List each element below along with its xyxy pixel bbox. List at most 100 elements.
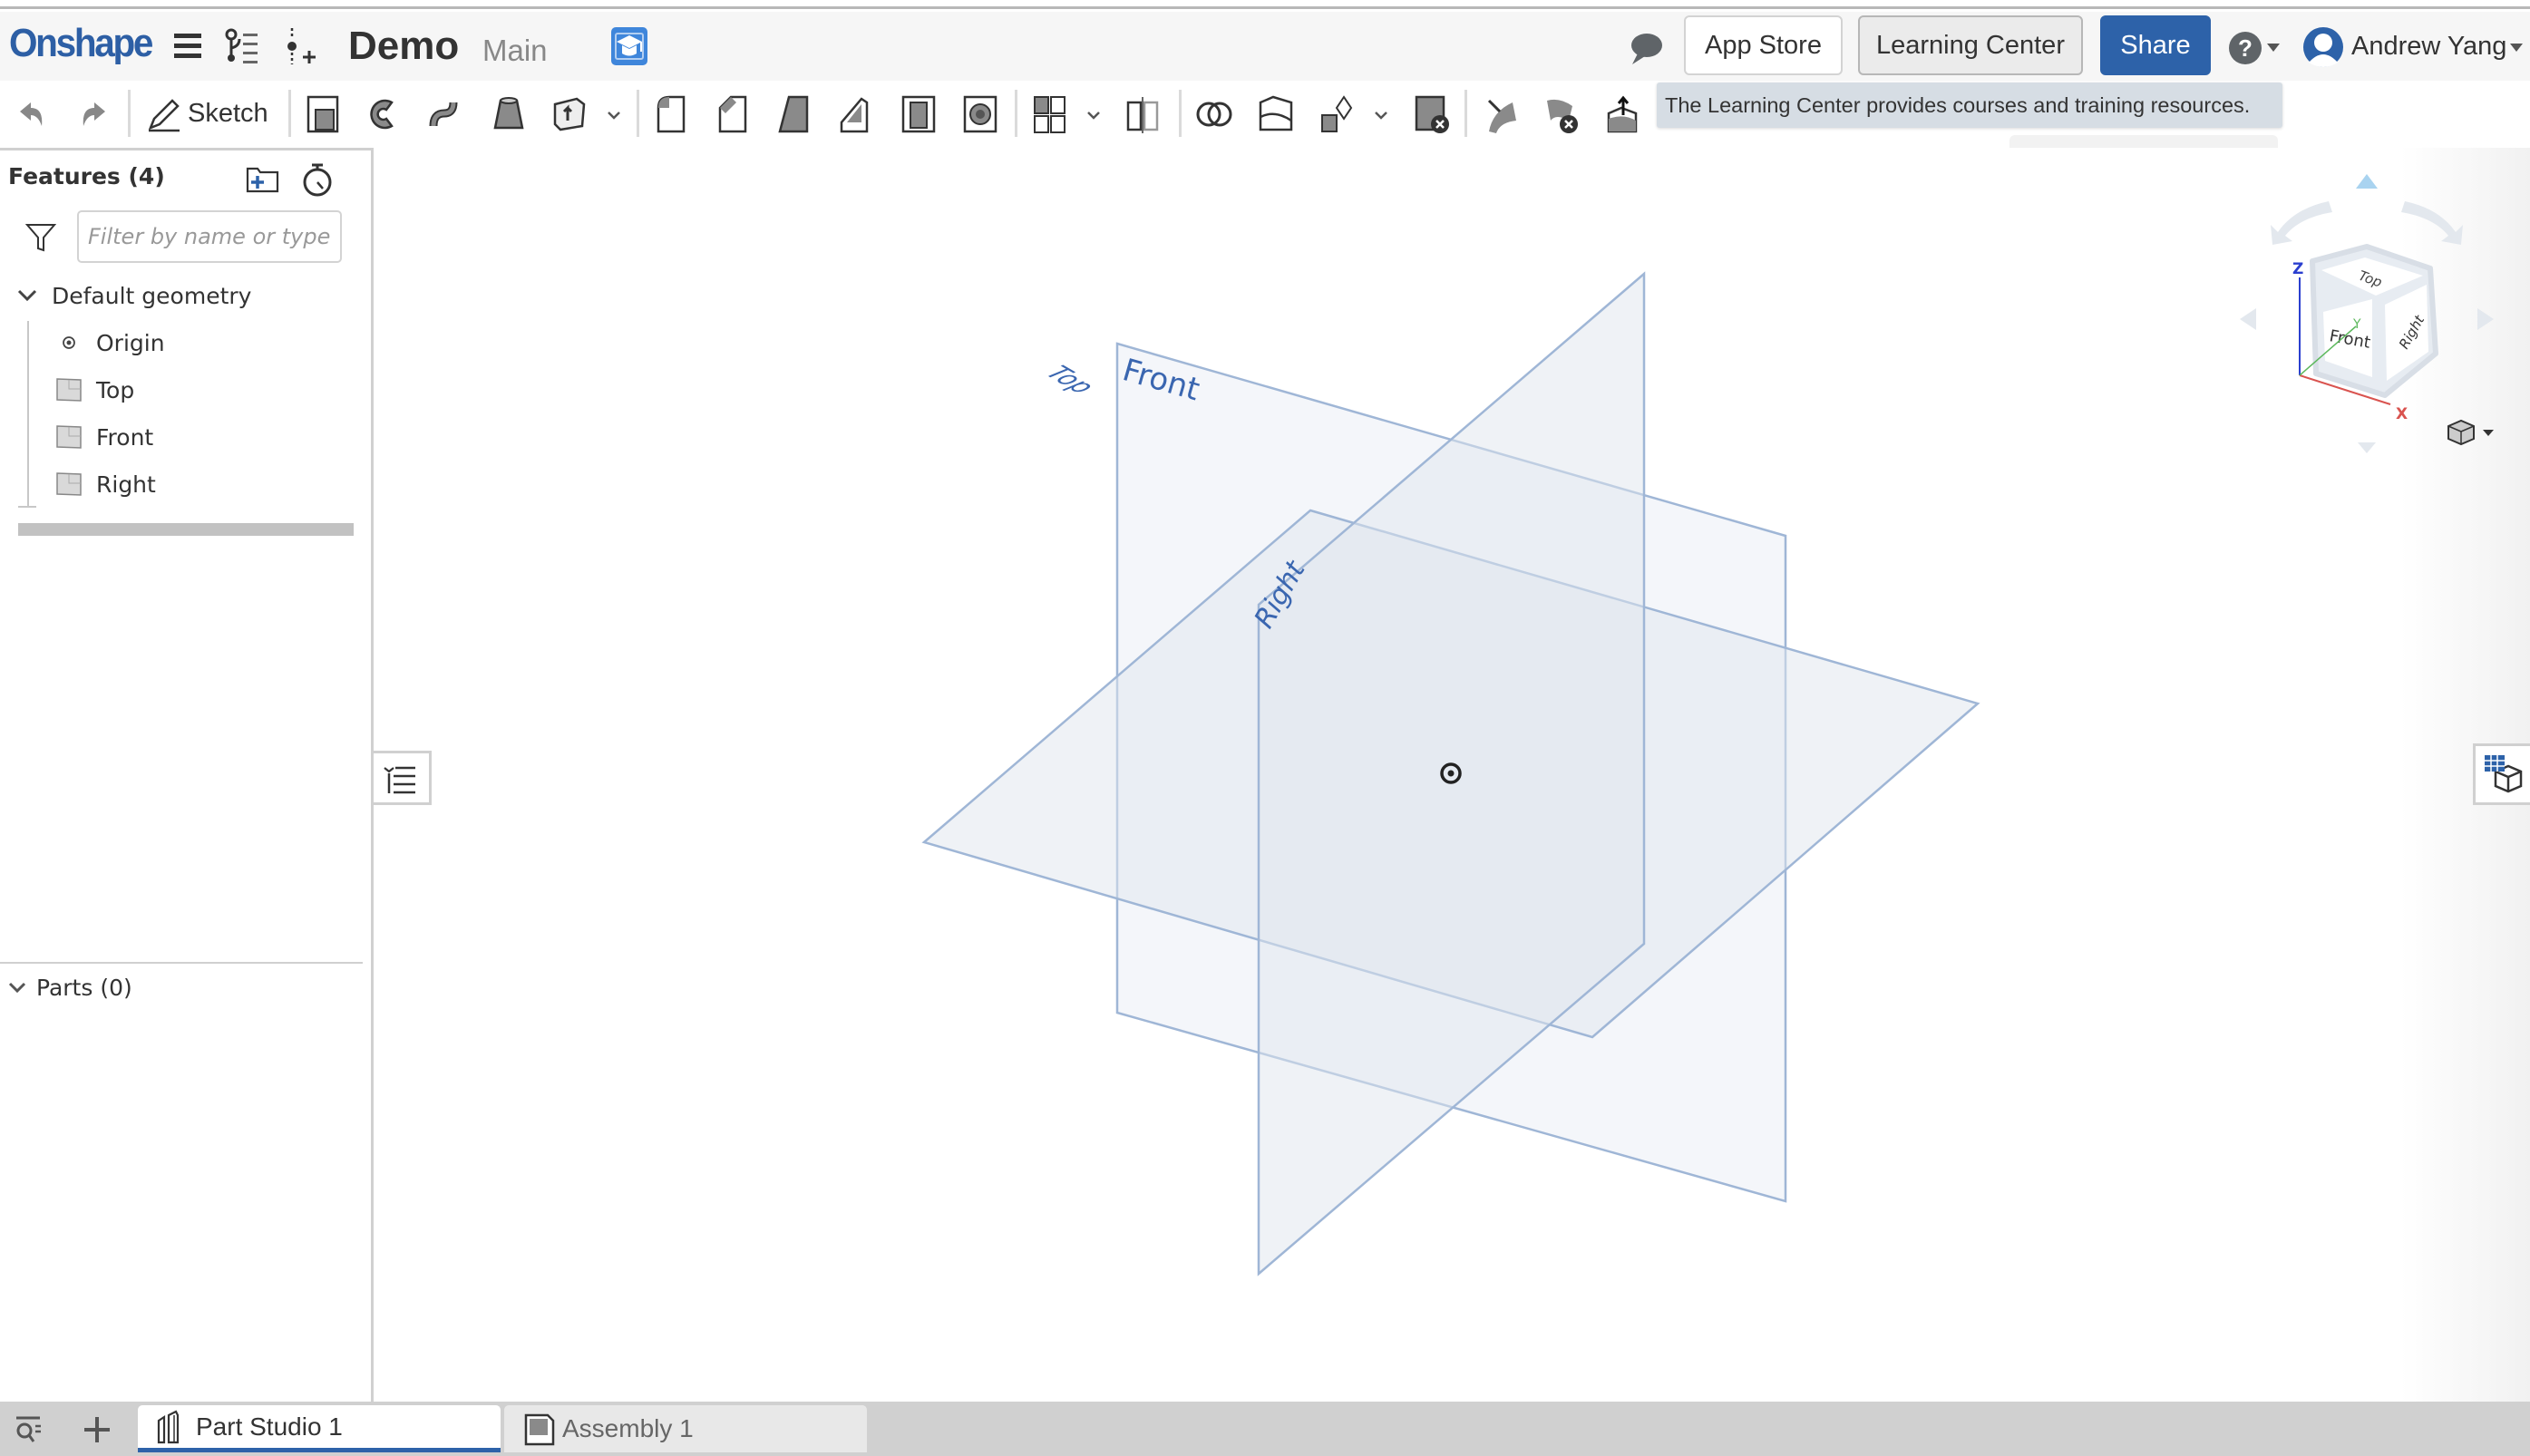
rollback-bar[interactable] [18, 523, 354, 536]
extrude-icon[interactable] [303, 93, 345, 135]
user-avatar-icon[interactable] [2302, 26, 2344, 68]
toolbar-separator [1464, 90, 1467, 137]
rotate-ccw-arrow-icon[interactable] [2271, 201, 2332, 245]
assembly-icon [524, 1413, 555, 1446]
chevron-down-icon[interactable] [7, 977, 27, 997]
rotate-left-arrow-icon[interactable] [2240, 308, 2256, 330]
shell-icon[interactable] [898, 93, 939, 135]
svg-text:?: ? [2238, 34, 2253, 62]
rotate-right-arrow-icon[interactable] [2477, 308, 2494, 330]
right-panel-toggle[interactable] [2473, 743, 2530, 805]
rotate-cw-arrow-icon[interactable] [2401, 201, 2463, 245]
feature-item-origin[interactable]: Origin [56, 325, 165, 361]
default-geometry-group[interactable]: Default geometry [16, 277, 251, 314]
parts-label: Parts (0) [36, 974, 132, 1001]
delete-part-icon[interactable] [1411, 93, 1453, 135]
default-planes[interactable]: Front Top Right [376, 148, 2530, 1402]
mirror-icon[interactable] [1123, 93, 1164, 135]
add-tab-icon[interactable] [80, 1412, 114, 1447]
view-mode-caret-icon[interactable] [2483, 430, 2494, 436]
help-icon[interactable]: ? [2227, 30, 2263, 66]
plane-icon [56, 472, 82, 496]
feature-list-panel: Features (4) Default geometry Origin Top… [0, 148, 374, 1402]
linear-pattern-icon[interactable] [1029, 93, 1071, 135]
share-button[interactable]: Share [2100, 15, 2211, 75]
plane-icon [56, 378, 82, 402]
learning-center-button[interactable]: Learning Center [1858, 15, 2083, 75]
boolean-icon[interactable] [1193, 93, 1235, 135]
window-top-edge [0, 0, 2530, 9]
default-geometry-label: Default geometry [52, 282, 252, 309]
revolve-icon[interactable] [365, 93, 406, 135]
view-cube[interactable]: Top Front Right Z X Y [2222, 163, 2512, 453]
app-header: Onshape Demo Main App Store Learning Cen… [0, 12, 2530, 81]
delete-face-icon[interactable] [1542, 93, 1583, 135]
graduation-cap-icon [615, 33, 644, 60]
redo-icon[interactable] [73, 93, 114, 135]
comment-icon[interactable] [1627, 30, 1665, 66]
chevron-down-icon[interactable] [1374, 108, 1388, 122]
document-title[interactable]: Demo [348, 24, 459, 69]
collapse-feature-panel-button[interactable] [374, 751, 432, 805]
feature-item-right[interactable]: Right [56, 466, 156, 502]
draft-icon[interactable] [774, 93, 816, 135]
offset-surface-icon[interactable] [1603, 93, 1645, 135]
add-folder-icon[interactable] [245, 161, 281, 198]
plane-icon [56, 425, 82, 449]
feature-item-top[interactable]: Top [56, 372, 134, 408]
hole-icon[interactable] [959, 93, 1001, 135]
top-plane-label: Top [1039, 362, 1103, 398]
chevron-down-icon[interactable] [607, 108, 621, 122]
feature-item-front[interactable]: Front [56, 419, 153, 455]
version-graph-icon[interactable] [223, 26, 263, 66]
transform-icon[interactable] [1317, 93, 1358, 135]
split-icon[interactable] [1255, 93, 1297, 135]
tab-assembly-1[interactable]: Assembly 1 [504, 1405, 867, 1452]
loft-icon[interactable] [488, 93, 530, 135]
configurations-icon [2485, 755, 2523, 793]
help-dropdown-caret-icon[interactable] [2267, 44, 2280, 52]
toolbar-separator [637, 90, 639, 137]
part-studio-icon [157, 1410, 180, 1443]
filter-icon[interactable] [25, 221, 56, 252]
sweep-icon[interactable] [426, 93, 468, 135]
toolbar-separator [1015, 90, 1017, 137]
toolbar-separator [128, 90, 131, 137]
app-store-button[interactable]: App Store [1684, 15, 1843, 75]
z-axis-label: Z [2292, 260, 2303, 278]
chamfer-icon[interactable] [713, 93, 754, 135]
chevron-down-icon[interactable] [16, 285, 38, 306]
thicken-icon[interactable] [550, 93, 591, 135]
learning-center-badge[interactable] [611, 27, 647, 65]
user-dropdown-caret-icon[interactable] [2510, 44, 2523, 52]
rotate-down-arrow-icon[interactable] [2358, 442, 2376, 453]
toolbar-separator [288, 90, 291, 137]
tree-connector [27, 321, 29, 506]
rollback-timer-icon[interactable] [299, 161, 336, 198]
panel-divider [0, 962, 363, 964]
fillet-icon[interactable] [651, 93, 693, 135]
search-tabs-icon[interactable] [13, 1412, 47, 1447]
pencil-icon[interactable] [143, 93, 185, 135]
origin-icon [63, 336, 75, 349]
onshape-logo[interactable]: Onshape [9, 21, 153, 66]
tab-label: Part Studio 1 [196, 1412, 343, 1441]
graphics-viewport[interactable]: Front Top Right [376, 148, 2530, 1402]
create-version-icon[interactable] [281, 26, 321, 66]
view-mode-cube-icon[interactable] [2447, 419, 2475, 446]
sketch-button[interactable]: Sketch [188, 99, 268, 129]
tab-label: Assembly 1 [562, 1414, 694, 1442]
user-menu[interactable]: Andrew Yang [2351, 32, 2506, 62]
chevron-down-icon[interactable] [1086, 108, 1101, 122]
x-axis-label: X [2396, 405, 2408, 423]
rib-icon[interactable] [836, 93, 878, 135]
rotate-up-arrow-icon[interactable] [2356, 174, 2378, 189]
learning-center-tooltip: The Learning Center provides courses and… [1657, 83, 2282, 128]
undo-icon[interactable] [11, 93, 53, 135]
move-face-icon[interactable] [1480, 93, 1522, 135]
branch-name[interactable]: Main [482, 34, 548, 68]
menu-icon[interactable] [170, 26, 210, 66]
tab-part-studio-1[interactable]: Part Studio 1 [138, 1405, 501, 1452]
parts-group[interactable]: Parts (0) [7, 969, 132, 1005]
feature-filter-input[interactable] [77, 210, 342, 263]
